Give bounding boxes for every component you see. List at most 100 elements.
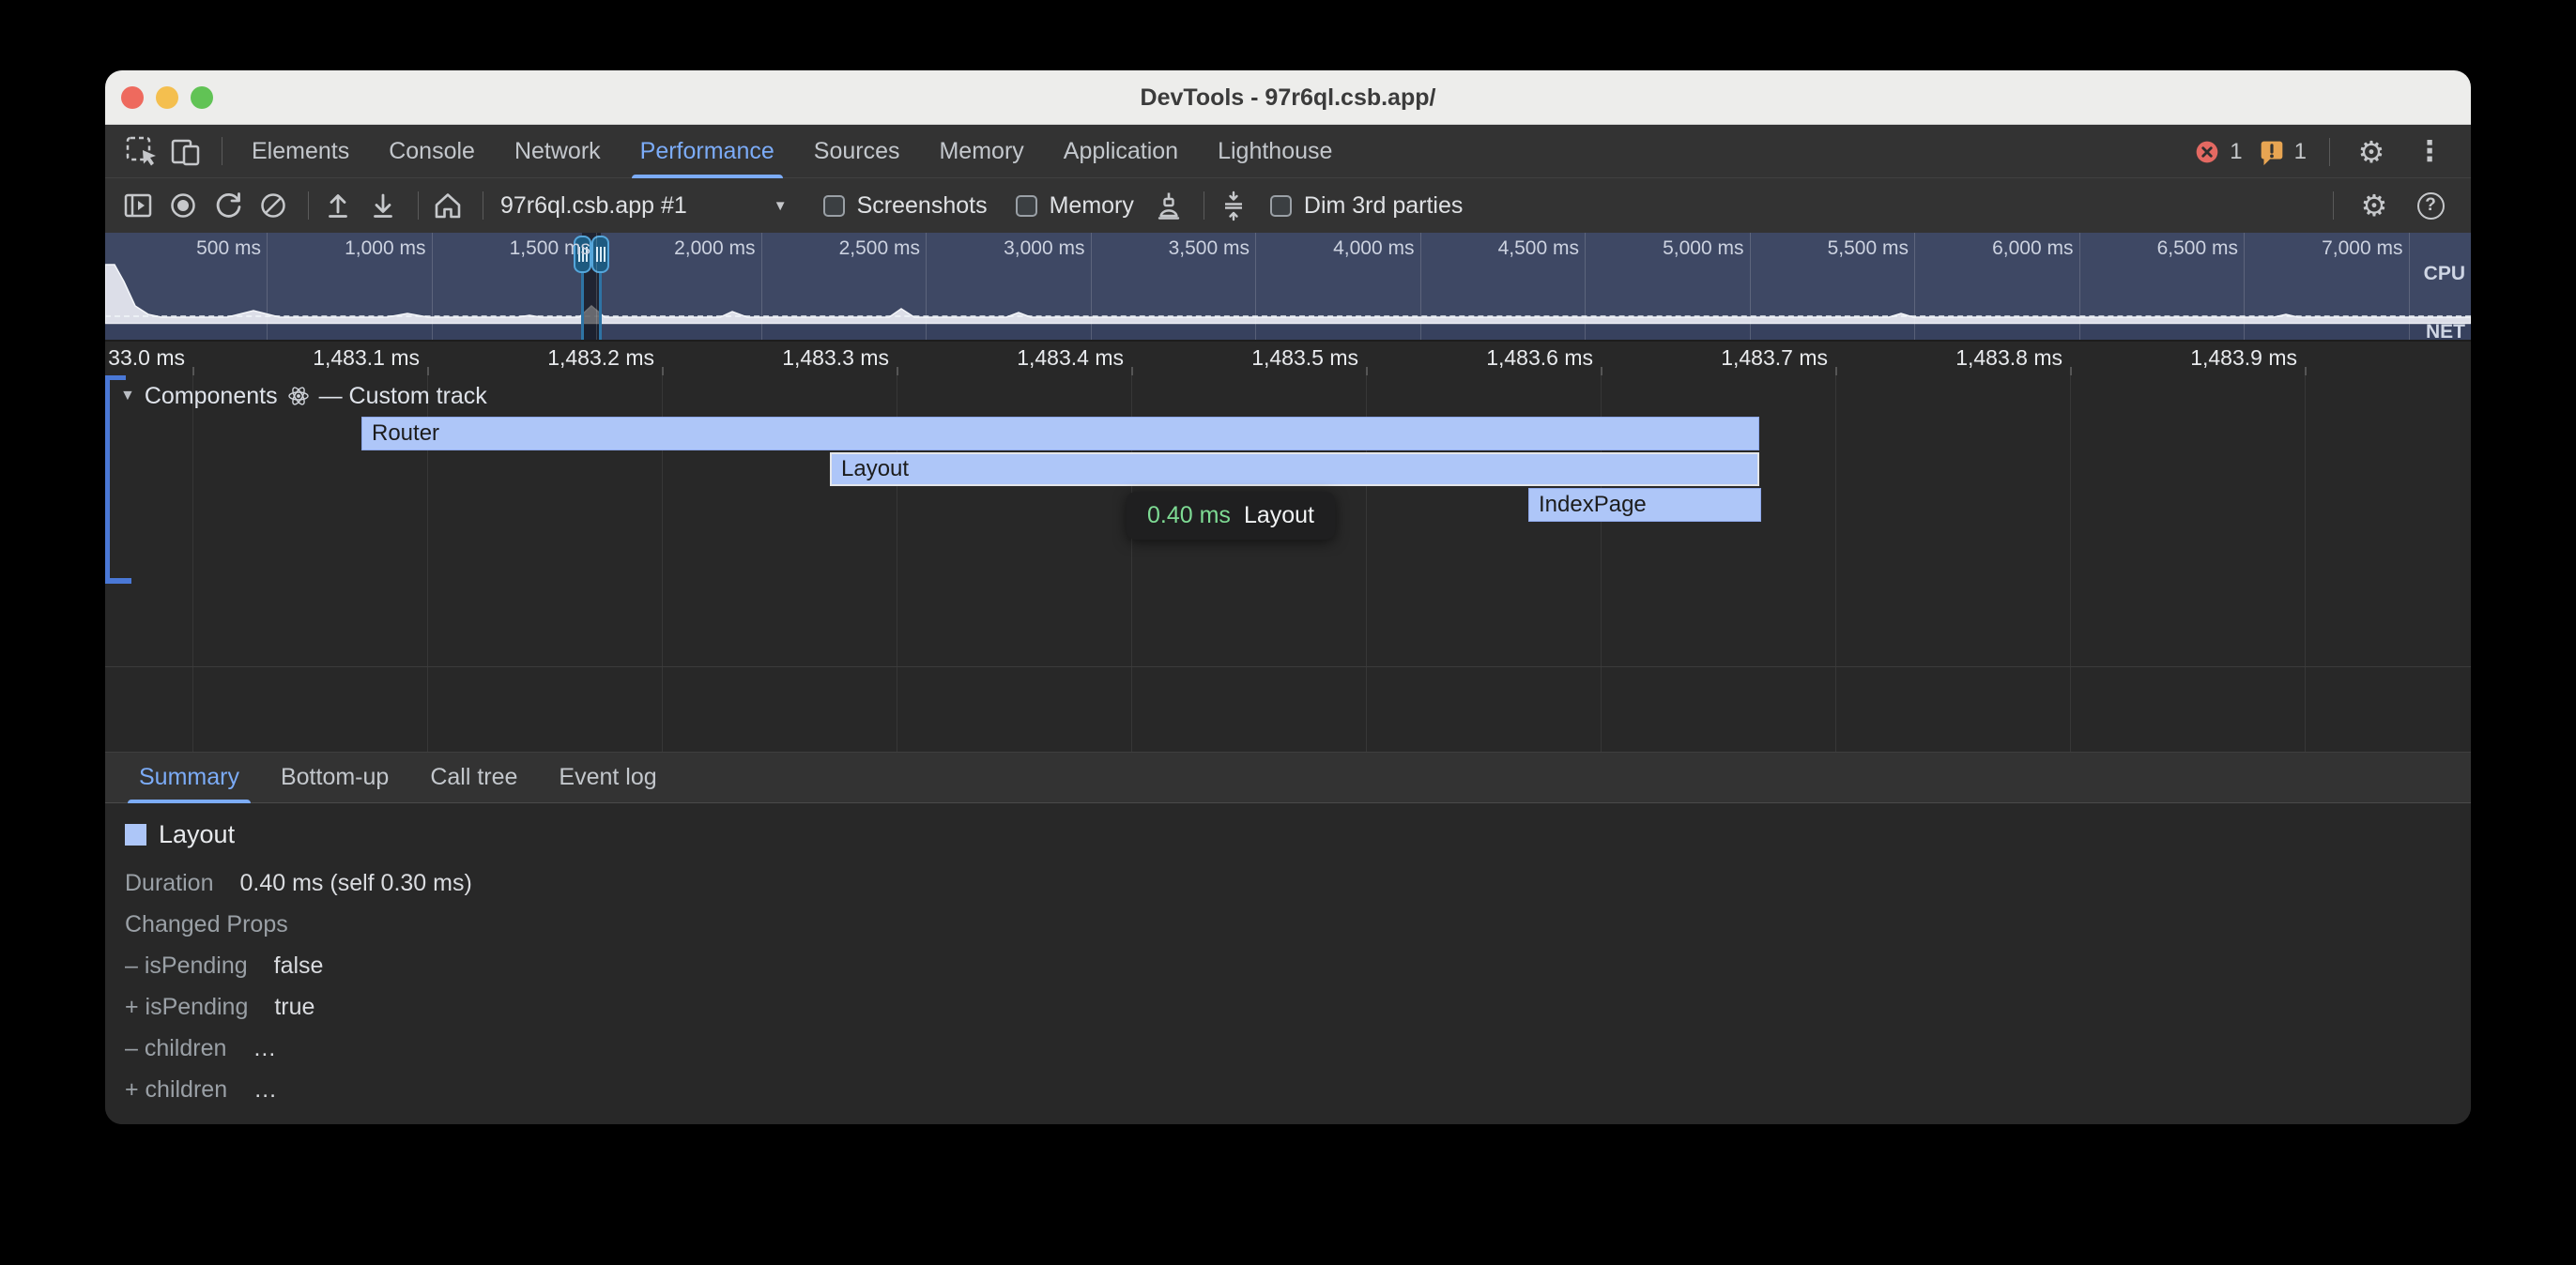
entry-color-swatch — [125, 824, 146, 846]
time-ruler: 33.0 ms1,483.1 ms1,483.2 ms1,483.3 ms1,4… — [105, 340, 2471, 375]
overview-tick-label: 2,000 ms — [568, 237, 756, 260]
screenshots-label: Screenshots — [857, 192, 988, 220]
cpu-overview-label: CPU — [2424, 263, 2465, 285]
inspect-icon — [124, 134, 158, 168]
settings-button[interactable]: ⚙ — [2353, 133, 2390, 171]
flame-entry-label: Layout — [832, 456, 909, 482]
tooltip-duration: 0.40 ms — [1147, 502, 1231, 529]
summary-row-label: – isPending — [125, 953, 248, 980]
overview-tick-label: 5,500 ms — [1721, 237, 1909, 260]
tab-memory[interactable]: Memory — [919, 125, 1043, 178]
details-tabbar: Summary Bottom-up Call tree Event log — [105, 752, 2471, 803]
tab-summary[interactable]: Summary — [118, 752, 260, 803]
entry-tooltip: 0.40 ms Layout — [1127, 492, 1335, 540]
row-separator — [105, 666, 2471, 667]
more-options-button[interactable]: ⋮ — [2411, 133, 2448, 171]
flame-gridline — [192, 375, 193, 752]
time-tick-label: 1,484 — [2288, 345, 2471, 371]
flame-entry-layout[interactable]: Layout — [830, 452, 1759, 486]
dim-3rd-parties-checkbox-row: Dim 3rd parties — [1270, 192, 1464, 220]
download-icon — [366, 189, 400, 222]
issue-count: 1 — [2294, 139, 2307, 165]
time-tick-label: 1,483.8 ms — [1818, 345, 2062, 371]
error-badge[interactable]: 1 — [2191, 136, 2242, 168]
collect-garbage-button[interactable] — [1149, 186, 1188, 225]
memory-label: Memory — [1050, 192, 1134, 220]
inspect-element-button[interactable] — [122, 132, 160, 170]
summary-row: – isPending false — [125, 945, 2471, 986]
memory-checkbox[interactable] — [1016, 195, 1037, 217]
tab-event-log[interactable]: Event log — [538, 752, 677, 803]
performance-toolbar: 97r6ql.csb.app #1 ▼ Screenshots Memory — [105, 178, 2471, 233]
overview-tick-label: 7,000 ms — [2216, 237, 2403, 260]
tab-bottom-up[interactable]: Bottom-up — [260, 752, 409, 803]
screenshots-checkbox-row: Screenshots — [823, 192, 988, 220]
tab-application[interactable]: Application — [1044, 125, 1198, 178]
track-header-components[interactable]: ▼ Components — Custom track — [120, 381, 487, 411]
flame-gridline — [2070, 375, 2071, 752]
gear-icon: ⚙ — [2361, 188, 2388, 223]
error-count: 1 — [2230, 139, 2242, 165]
tab-elements[interactable]: Elements — [232, 125, 369, 178]
track-accent-bar — [105, 375, 110, 583]
toggle-sidebar-button[interactable] — [118, 186, 158, 225]
record-button[interactable] — [163, 186, 203, 225]
tab-network[interactable]: Network — [495, 125, 621, 178]
summary-pane: Layout Duration 0.40 ms (self 0.30 ms) C… — [105, 803, 2471, 1124]
tab-sources[interactable]: Sources — [794, 125, 920, 178]
summary-row-value: … — [253, 1035, 276, 1062]
panel-left-icon — [121, 189, 155, 222]
flame-entry-indexpage[interactable]: IndexPage — [1528, 488, 1761, 522]
summary-row: + children … — [125, 1069, 2471, 1110]
overview-tick-label: 4,500 ms — [1391, 237, 1579, 260]
devtools-tabbar: Elements Console Network Performance Sou… — [105, 125, 2471, 178]
tab-console[interactable]: Console — [369, 125, 495, 178]
clear-button[interactable] — [253, 186, 293, 225]
atom-icon — [287, 385, 310, 407]
time-tick-label: 1,483.6 ms — [1349, 345, 1593, 371]
track-name: Components — [145, 383, 278, 410]
timeline-overview[interactable]: CPU NET 500 ms1,000 ms1,500 ms2,000 ms2,… — [105, 233, 2471, 340]
save-profile-button[interactable] — [363, 186, 403, 225]
selection-right-edge — [599, 265, 602, 340]
chevron-down-icon: ▼ — [774, 198, 788, 214]
overview-tick-label: 6,500 ms — [2050, 237, 2238, 260]
summary-row-label: Changed Props — [125, 911, 288, 938]
flame-chart[interactable]: ▼ Components — Custom track Router Layout… — [105, 375, 2471, 752]
overview-tick-label: 3,500 ms — [1062, 237, 1250, 260]
collapse-tracks-button[interactable] — [1214, 186, 1253, 225]
load-profile-button[interactable] — [318, 186, 358, 225]
help-button[interactable]: ? — [2411, 186, 2450, 225]
page-selector[interactable]: 97r6ql.csb.app #1 ▼ — [500, 192, 788, 220]
kebab-menu-icon: ⋮ — [2415, 135, 2444, 168]
summary-row: – children … — [125, 1028, 2471, 1069]
tab-performance[interactable]: Performance — [621, 125, 794, 178]
tab-lighthouse[interactable]: Lighthouse — [1198, 125, 1352, 178]
issues-icon — [2256, 136, 2288, 168]
time-tick-label: 1,483.5 ms — [1114, 345, 1358, 371]
flame-entry-router[interactable]: Router — [361, 417, 1759, 450]
summary-entry-name: Layout — [159, 820, 235, 849]
live-metrics-button[interactable] — [428, 186, 468, 225]
tabbar-right-cluster: 1 1 ⚙ ⋮ — [2191, 125, 2456, 178]
issues-badge[interactable]: 1 — [2256, 136, 2307, 168]
window-titlebar[interactable]: DevTools - 97r6ql.csb.app/ — [105, 70, 2471, 125]
upload-icon — [321, 189, 355, 222]
summary-title-row: Layout — [125, 820, 2471, 849]
divider — [2329, 138, 2330, 166]
record-and-reload-button[interactable] — [208, 186, 248, 225]
net-overview-label: NET — [2426, 321, 2465, 340]
summary-row-value: true — [274, 994, 314, 1021]
flame-entry-label: Router — [362, 420, 439, 447]
page-selector-value: 97r6ql.csb.app #1 — [500, 192, 687, 220]
screenshots-checkbox[interactable] — [823, 195, 845, 217]
tab-call-tree[interactable]: Call tree — [409, 752, 538, 803]
dim-3rd-parties-checkbox[interactable] — [1270, 195, 1292, 217]
overview-tick-label: 1,000 ms — [238, 237, 426, 260]
device-toolbar-button[interactable] — [167, 132, 205, 170]
collapse-track-icon: ▼ — [120, 388, 135, 404]
summary-row-label: + isPending — [125, 994, 248, 1021]
overview-tick-label: 1,500 ms — [403, 237, 590, 260]
capture-settings-button[interactable]: ⚙ — [2354, 186, 2394, 225]
collapse-icon — [1217, 189, 1250, 222]
